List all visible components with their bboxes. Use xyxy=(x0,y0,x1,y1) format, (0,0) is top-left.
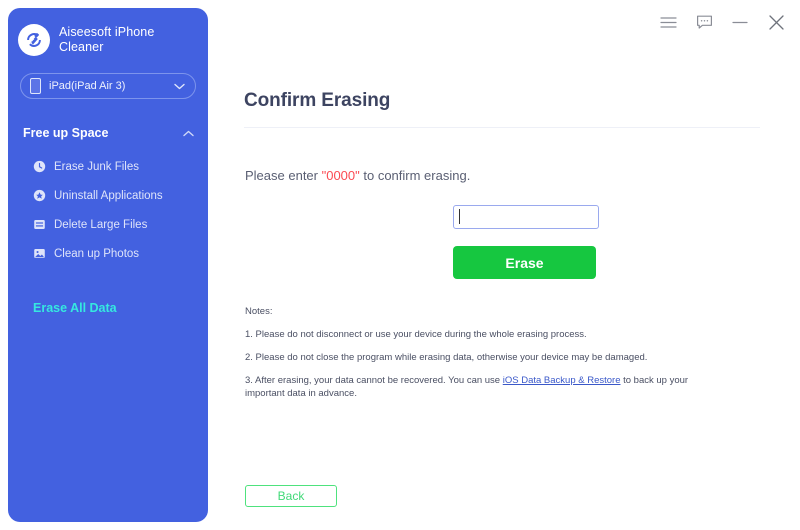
confirm-code: "0000" xyxy=(321,168,360,183)
sidebar-item-label: Erase Junk Files xyxy=(54,160,140,173)
sidebar-item-label: Uninstall Applications xyxy=(54,189,163,202)
section-title: Free up Space xyxy=(23,126,109,140)
device-selector[interactable]: iPad(iPad Air 3) xyxy=(20,73,196,99)
sidebar-item-erase-all-data[interactable]: Erase All Data xyxy=(8,298,208,318)
confirm-prompt-after: to confirm erasing. xyxy=(359,168,471,183)
confirm-prompt-before: Please enter xyxy=(245,168,322,183)
confirm-prompt: Please enter "0000" to confirm erasing. xyxy=(245,168,470,183)
section-free-up-space[interactable]: Free up Space xyxy=(8,118,208,148)
sidebar-nav-list: Erase Junk Files Uninstall Applications xyxy=(8,152,208,268)
sidebar: Aiseesoft iPhone Cleaner iPad(iPad Air 3… xyxy=(8,8,208,522)
notes-heading: Notes: xyxy=(245,306,273,317)
title-divider xyxy=(244,127,760,128)
sidebar-item-clean-up-photos[interactable]: Clean up Photos xyxy=(8,239,208,268)
note-line-2: 2. Please do not close the program while… xyxy=(245,352,648,363)
back-button[interactable]: Back xyxy=(245,485,337,507)
page-title: Confirm Erasing xyxy=(244,90,391,111)
phone-icon xyxy=(30,78,41,94)
note-line-3-before: 3. After erasing, your data cannot be re… xyxy=(245,375,503,386)
device-selector-value: iPad(iPad Air 3) xyxy=(49,80,126,92)
sidebar-item-label: Clean up Photos xyxy=(54,247,140,260)
photo-icon xyxy=(33,247,46,260)
brush-circle-icon xyxy=(18,24,50,56)
app-window: Aiseesoft iPhone Cleaner iPad(iPad Air 3… xyxy=(0,0,800,530)
chevron-down-icon xyxy=(174,77,185,95)
note-line-1: 1. Please do not disconnect or use your … xyxy=(245,329,587,340)
file-list-icon xyxy=(33,218,46,231)
brand: Aiseesoft iPhone Cleaner xyxy=(8,8,208,56)
notes-section: Notes: 1. Please do not disconnect or us… xyxy=(245,305,725,410)
ios-data-backup-restore-link[interactable]: iOS Data Backup & Restore xyxy=(503,375,621,386)
note-line-3: 3. After erasing, your data cannot be re… xyxy=(245,374,725,400)
sidebar-item-label: Delete Large Files xyxy=(54,218,148,231)
sidebar-item-erase-junk-files[interactable]: Erase Junk Files xyxy=(8,152,208,181)
erase-all-data-label: Erase All Data xyxy=(33,301,117,315)
confirm-code-input[interactable] xyxy=(453,205,599,229)
erase-button[interactable]: Erase xyxy=(453,246,596,279)
text-caret xyxy=(459,209,460,224)
chevron-up-icon xyxy=(183,124,194,142)
sidebar-item-delete-large-files[interactable]: Delete Large Files xyxy=(8,210,208,239)
app-star-icon xyxy=(33,189,46,202)
clock-icon xyxy=(33,160,46,173)
sidebar-item-uninstall-applications[interactable]: Uninstall Applications xyxy=(8,181,208,210)
brand-title: Aiseesoft iPhone Cleaner xyxy=(59,25,155,54)
main-content: Confirm Erasing Please enter "0000" to c… xyxy=(208,0,800,530)
